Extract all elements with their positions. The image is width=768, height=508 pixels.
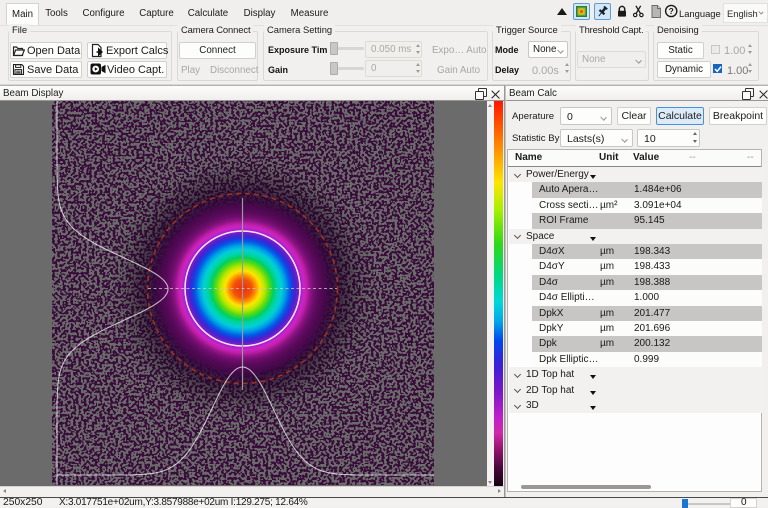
svg-text:?: ? <box>669 6 674 16</box>
